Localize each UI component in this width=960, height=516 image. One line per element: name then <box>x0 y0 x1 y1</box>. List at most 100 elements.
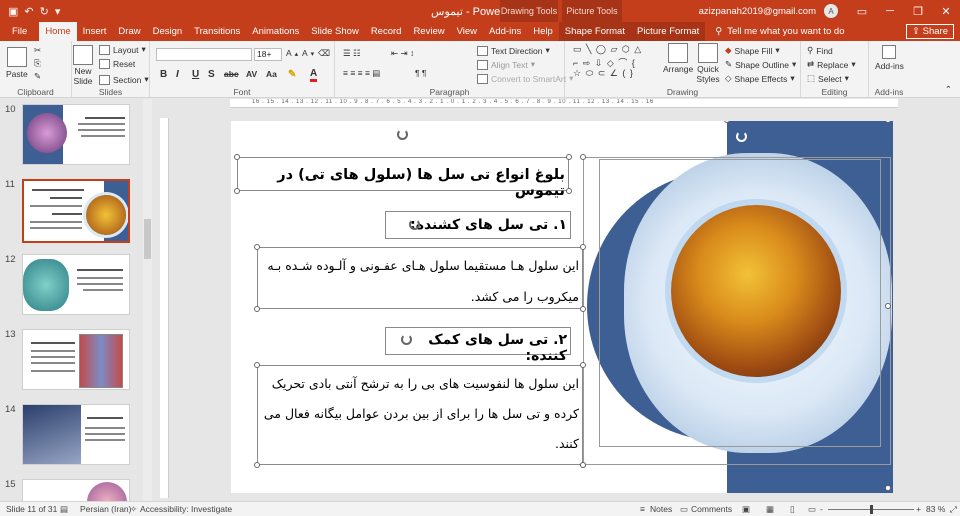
format-painter-icon[interactable]: ✎ <box>34 71 41 82</box>
smartart-button[interactable]: Convert to SmartArt ▾ <box>477 73 573 84</box>
fit-slide-icon[interactable]: ⤢ <box>950 504 957 515</box>
font-color-button[interactable]: A <box>310 69 318 82</box>
language-indicator[interactable]: Persian (Iran) <box>80 504 132 514</box>
body-1-line-2[interactable]: میکروب را می کشد. <box>261 289 579 304</box>
body-2-line-3[interactable]: کنند. <box>261 436 579 451</box>
share-button[interactable]: ⇪ Share <box>906 24 954 39</box>
shadow-button[interactable]: S <box>208 69 215 80</box>
avatar[interactable]: A <box>824 4 838 18</box>
tell-me-search[interactable]: ⚲ Tell me what you want to do <box>715 22 844 41</box>
char-spacing-icon[interactable]: AV <box>246 69 257 79</box>
tab-shape-format[interactable]: Shape Format <box>558 22 631 41</box>
resize-handle[interactable] <box>566 154 572 160</box>
zoom-in-button[interactable]: + <box>916 504 921 514</box>
slideshow-icon[interactable]: ▭ <box>808 504 816 515</box>
spelling-icon[interactable]: ▤ <box>60 504 68 515</box>
notes-icon[interactable]: ≡ <box>640 504 645 514</box>
resize-handle[interactable] <box>254 244 260 250</box>
shape-outline-button[interactable]: ✎ Shape Outline ▾ <box>725 59 796 70</box>
bullets-icon[interactable]: ☰ ☷ <box>343 48 361 59</box>
find-button[interactable]: ⚲ Find <box>807 45 833 56</box>
tab-picture-format[interactable]: Picture Format <box>630 22 706 41</box>
tab-review[interactable]: Review <box>407 22 450 41</box>
resize-handle[interactable] <box>254 462 260 468</box>
save-icon[interactable]: ▣ <box>8 5 18 18</box>
decrease-font-icon[interactable]: A ▾ <box>302 48 314 58</box>
inner-picture-frame[interactable] <box>599 159 881 447</box>
slide-sorter-icon[interactable]: ▦ <box>766 504 774 515</box>
shape-fill-button[interactable]: ◆ Shape Fill ▾ <box>725 45 780 56</box>
strike-button[interactable]: abc <box>224 69 239 79</box>
change-case-icon[interactable]: Aa <box>266 69 277 79</box>
text-direction-button[interactable]: Text Direction ▾ <box>477 45 550 56</box>
accessibility-status[interactable]: Accessibility: Investigate <box>140 504 232 514</box>
shapes-gallery[interactable]: ▭ ╲ ◯ ▱ ⬡ △ <box>573 44 642 55</box>
replace-button[interactable]: ⇄ Replace ▾ <box>807 59 856 70</box>
resize-handle[interactable] <box>254 362 260 368</box>
shape-effects-button[interactable]: ◇ Shape Effects ▾ <box>725 73 795 84</box>
tab-slide-show[interactable]: Slide Show <box>305 22 365 41</box>
tab-record[interactable]: Record <box>365 22 408 41</box>
font-size-box[interactable]: 18+ <box>254 48 282 61</box>
rotate-handle-icon[interactable] <box>736 131 747 142</box>
close-icon[interactable]: ✕ <box>932 0 960 22</box>
body-2-line-2[interactable]: کرده و تی سل ها را برای از بین بردن عوام… <box>261 406 579 421</box>
tab-file[interactable]: File <box>0 22 39 41</box>
collapse-ribbon-icon[interactable]: ⌃ <box>945 84 952 95</box>
rotate-handle-icon[interactable] <box>409 219 420 230</box>
tab-home[interactable]: Home <box>39 22 77 41</box>
slide-title[interactable]: بلوغ انواع تی سل ها (سلول های تی) در تیم… <box>241 167 565 199</box>
rotate-handle-icon[interactable] <box>401 334 412 345</box>
layout-button[interactable]: Layout ▾ <box>99 44 146 55</box>
heading-2[interactable]: ۲. تی سل های کمک کننده: <box>387 332 567 364</box>
resize-handle[interactable] <box>234 154 240 160</box>
resize-handle[interactable] <box>580 306 586 312</box>
increase-font-icon[interactable]: A ▴ <box>286 48 298 58</box>
zoom-out-button[interactable]: - <box>820 504 823 514</box>
ribbon-display-icon[interactable]: ▭ <box>848 0 876 22</box>
scrollbar-thumb[interactable] <box>144 219 151 259</box>
tab-draw[interactable]: Draw <box>112 22 146 41</box>
thumbnails-scrollbar[interactable] <box>143 99 152 501</box>
clear-format-icon[interactable]: ⌫ <box>318 48 330 59</box>
font-name-box[interactable] <box>156 48 252 61</box>
paste-button[interactable]: Paste <box>6 47 28 79</box>
normal-view-icon[interactable]: ▣ <box>742 504 750 515</box>
shapes-gallery-row3[interactable]: ☆ ⬭ ⊂ ∠ ( } <box>573 68 634 79</box>
tab-view[interactable]: View <box>451 22 483 41</box>
rtl-icons[interactable]: ¶ ¶ <box>415 68 427 78</box>
comments-button[interactable]: Comments <box>691 504 732 514</box>
resize-handle[interactable] <box>254 306 260 312</box>
restore-icon[interactable]: ❐ <box>904 0 932 22</box>
resize-handle[interactable] <box>580 462 586 468</box>
align-text-button[interactable]: Align Text ▾ <box>477 59 535 70</box>
resize-handle[interactable] <box>580 154 586 160</box>
copy-icon[interactable]: ⎘ <box>34 58 41 69</box>
reset-button[interactable]: Reset <box>99 59 135 69</box>
accessibility-icon[interactable]: ✧ <box>130 504 137 515</box>
align-icons[interactable]: ≡ ≡ ≡ ≡ ▤ <box>343 68 380 79</box>
underline-button[interactable]: U <box>192 69 199 80</box>
zoom-level[interactable]: 83 % <box>926 504 945 514</box>
reading-view-icon[interactable]: ▯ <box>790 504 795 515</box>
undo-icon[interactable]: ↶ <box>24 5 33 18</box>
tab-design[interactable]: Design <box>147 22 189 41</box>
rotate-handle-icon[interactable] <box>397 129 408 140</box>
bold-button[interactable]: B <box>160 69 167 80</box>
indent-icons[interactable]: ⇤ ⇥ ↕ <box>391 48 414 59</box>
quick-styles-button[interactable]: Quick Styles <box>695 43 721 84</box>
notes-button[interactable]: Notes <box>650 504 672 514</box>
resize-handle[interactable] <box>580 244 586 250</box>
arrange-button[interactable]: Arrange <box>663 43 693 74</box>
body-1-line-1[interactable]: این سلول هـا مستقیما سلول هـای عفـونی و … <box>261 258 579 273</box>
highlight-icon[interactable]: ✎ <box>288 69 296 80</box>
resize-handle[interactable] <box>566 188 572 194</box>
tab-help[interactable]: Help <box>527 22 559 41</box>
zoom-slider-knob[interactable] <box>870 505 873 514</box>
comments-icon[interactable]: ▭ <box>680 504 688 515</box>
new-slide-button[interactable]: New Slide <box>72 45 94 86</box>
redo-icon[interactable]: ↻ <box>40 5 49 18</box>
slide-canvas[interactable]: بلوغ انواع تی سل ها (سلول های تی) در تیم… <box>231 121 893 493</box>
cut-icon[interactable]: ✂ <box>34 45 41 56</box>
tab-animations[interactable]: Animations <box>246 22 305 41</box>
